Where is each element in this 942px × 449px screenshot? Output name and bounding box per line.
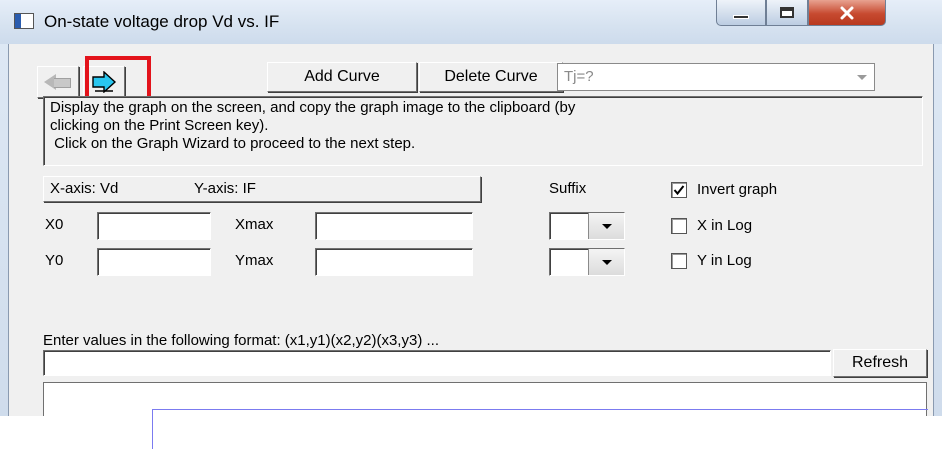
add-curve-button[interactable]: Add Curve (267, 62, 417, 92)
minimize-icon (733, 14, 749, 19)
refresh-button[interactable]: Refresh (833, 349, 927, 377)
ymax-label: Ymax (235, 252, 274, 269)
curve-select-value: Tj=? (564, 68, 594, 85)
axis-header: X-axis: Vd Y-axis: IF (43, 176, 481, 202)
x0-label: X0 (45, 216, 64, 233)
delete-curve-button[interactable]: Delete Curve (419, 62, 563, 92)
checkmark-icon (673, 185, 685, 196)
y-in-log-checkbox[interactable] (671, 253, 687, 269)
maximize-icon (780, 7, 794, 18)
window-title: On-state voltage drop Vd vs. IF (44, 12, 280, 31)
client-area: Add Curve Delete Curve Tj=? Display the … (8, 44, 934, 449)
forward-button[interactable] (83, 66, 125, 98)
xmax-input[interactable] (315, 212, 473, 240)
x-in-log-checkbox[interactable] (671, 218, 687, 234)
app-window: On-state voltage drop Vd vs. IF Add Curv… (0, 0, 942, 449)
x-in-log-label[interactable]: X in Log (697, 217, 752, 234)
curve-select-dropdown-button[interactable] (851, 65, 873, 89)
maximize-button[interactable] (766, 0, 808, 26)
format-hint: Enter values in the following format: (x… (43, 332, 439, 349)
curve-select[interactable]: Tj=? (557, 63, 875, 91)
close-icon (840, 6, 854, 19)
chevron-down-icon (857, 74, 867, 80)
instructions-panel: Display the graph on the screen, and cop… (43, 96, 923, 166)
x0-input[interactable] (97, 212, 211, 240)
y-axis-label: Y-axis: IF (194, 180, 256, 197)
y-in-log-label[interactable]: Y in Log (697, 252, 752, 269)
chevron-down-icon (601, 259, 612, 265)
chevron-down-icon (601, 223, 612, 229)
values-input[interactable] (43, 350, 831, 376)
instructions-line-3: Click on the Graph Wizard to proceed to … (50, 135, 416, 152)
x-suffix-dropdown-button[interactable] (588, 213, 624, 239)
invert-graph-label[interactable]: Invert graph (697, 181, 777, 198)
y0-input[interactable] (97, 248, 211, 276)
app-icon (14, 13, 34, 29)
xmax-label: Xmax (235, 216, 274, 233)
y0-label: Y0 (45, 252, 64, 269)
close-button[interactable] (808, 0, 886, 26)
x-axis-label: X-axis: Vd (50, 180, 119, 197)
title-bar[interactable]: On-state voltage drop Vd vs. IF (0, 0, 942, 44)
back-button[interactable] (37, 66, 79, 98)
suffix-label: Suffix (549, 180, 587, 197)
graph-area[interactable] (43, 382, 928, 449)
ymax-input[interactable] (315, 248, 473, 276)
invert-graph-checkbox[interactable] (671, 182, 687, 198)
forward-arrow-icon (92, 71, 117, 93)
back-arrow-icon (44, 72, 72, 92)
minimize-button[interactable] (716, 0, 766, 26)
y-suffix-dropdown-button[interactable] (588, 249, 624, 275)
x-suffix-select[interactable] (549, 212, 625, 240)
y-suffix-select[interactable] (549, 248, 625, 276)
instructions-line-2: clicking on the Print Screen key). (50, 117, 269, 134)
instructions-line-1: Display the graph on the screen, and cop… (50, 99, 576, 116)
plot-frame (152, 409, 928, 449)
